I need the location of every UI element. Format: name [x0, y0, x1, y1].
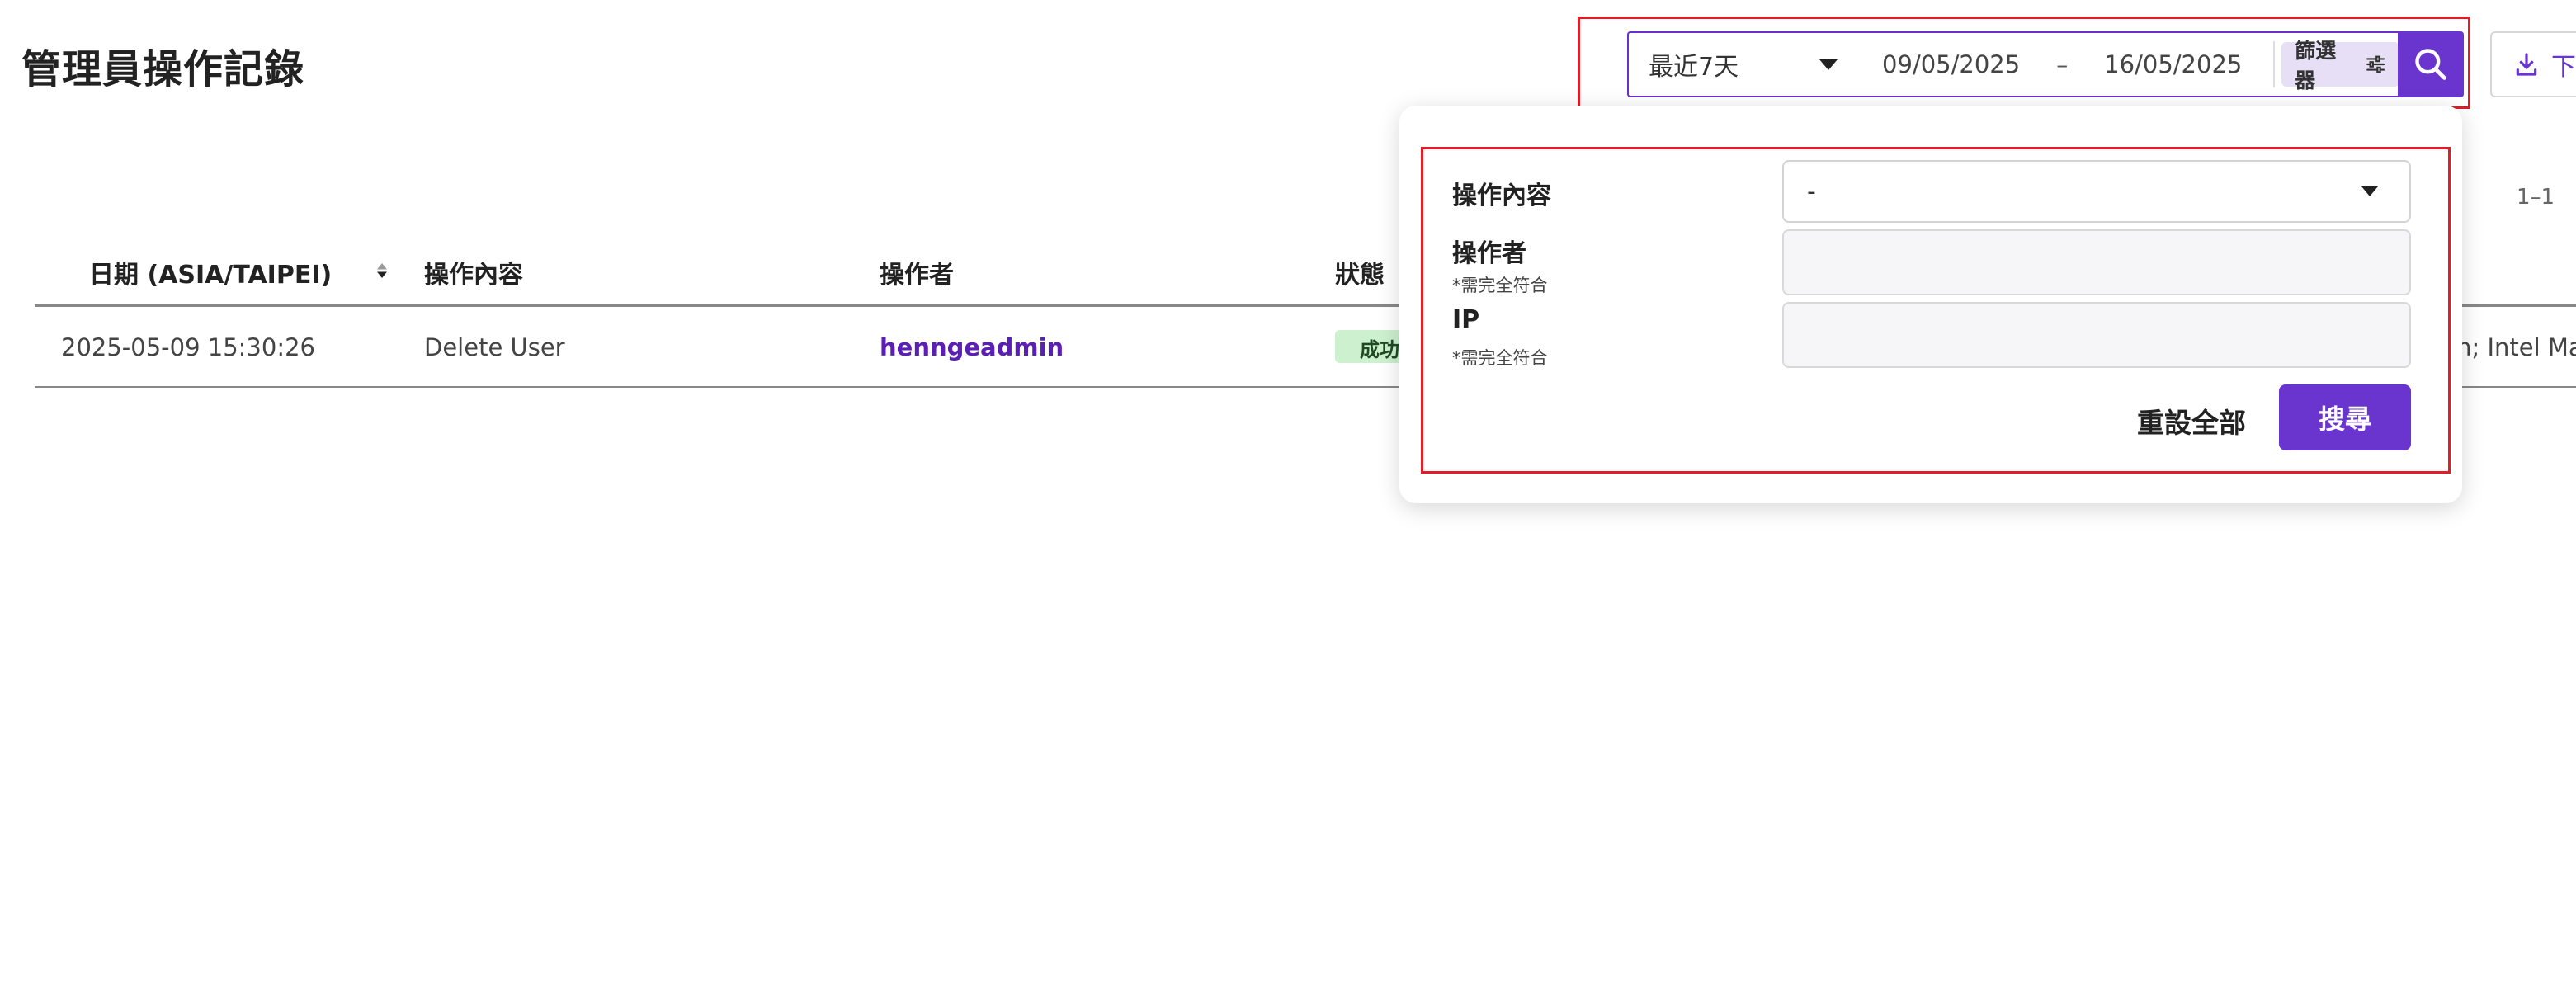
pagination-info: 1–1	[2517, 185, 2555, 210]
date-range-value: 最近7天	[1649, 53, 1739, 82]
cell-date: 2025-05-09 15:30:26	[61, 333, 315, 361]
download-label: 下	[2551, 53, 2576, 82]
filter-bar: 最近7天 09/05/2025 – 16/05/2025 篩選器	[1627, 31, 2399, 97]
filter-label: 篩選器	[2295, 39, 2337, 92]
chevron-down-icon	[1819, 59, 1838, 70]
divider	[2273, 41, 2276, 87]
ip-label: IP	[1452, 305, 1480, 334]
operator-label: 操作者	[1452, 239, 1526, 268]
sliders-icon	[2366, 55, 2385, 73]
column-header-date[interactable]: 日期 (ASIA/TAIPEI)	[89, 254, 332, 290]
column-header-action: 操作內容	[424, 261, 523, 290]
date-to[interactable]: 16/05/2025	[2104, 50, 2242, 78]
ip-input[interactable]	[1782, 302, 2411, 368]
search-button[interactable]	[2398, 31, 2464, 97]
column-header-operator: 操作者	[880, 261, 954, 290]
action-select[interactable]: -	[1782, 160, 2411, 223]
status-badge: 成功	[1335, 330, 1409, 363]
sort-icon[interactable]	[375, 261, 389, 281]
action-select-value: -	[1807, 177, 1816, 206]
page-title: 管理員操作記錄	[21, 46, 305, 92]
column-header-status: 狀態	[1335, 261, 1385, 290]
date-separator: –	[2056, 50, 2069, 78]
download-button[interactable]: 下	[2490, 31, 2576, 97]
ip-note: *需完全符合	[1452, 348, 1548, 368]
download-icon	[2516, 53, 2537, 76]
chevron-down-icon	[2361, 186, 2378, 196]
submit-search-button[interactable]: 搜尋	[2279, 384, 2411, 450]
cell-operator-link[interactable]: henngeadmin	[880, 333, 1064, 361]
cell-user-agent: sh; Intel Ma	[2444, 333, 2576, 361]
cell-action: Delete User	[424, 333, 565, 361]
search-icon	[2415, 49, 2446, 80]
operator-input[interactable]	[1782, 229, 2411, 295]
date-range-select[interactable]: 最近7天	[1629, 33, 1857, 96]
operator-note: *需完全符合	[1452, 276, 1548, 295]
date-from[interactable]: 09/05/2025	[1882, 50, 2020, 78]
filter-toggle-button[interactable]: 篩選器	[2281, 39, 2399, 92]
reset-all-button[interactable]: 重設全部	[2137, 401, 2246, 441]
action-label: 操作內容	[1452, 182, 1551, 210]
